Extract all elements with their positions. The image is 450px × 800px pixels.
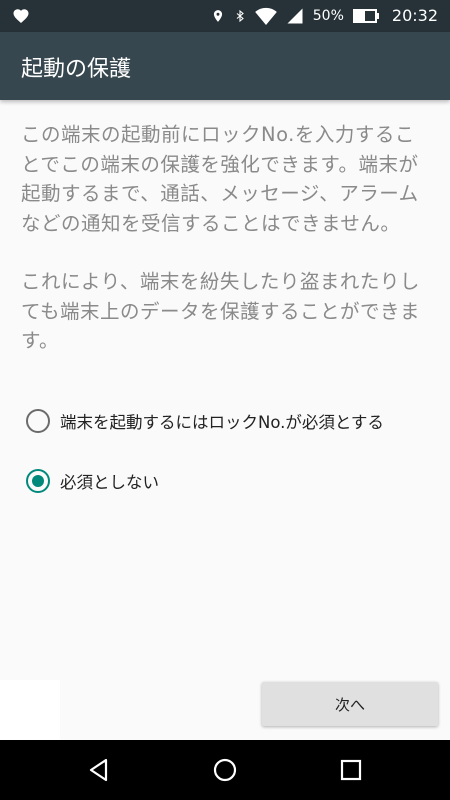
description: この端末の起動前にロックNo.を入力することでこの端末の保護を強化できます。端末… [21, 120, 431, 385]
next-button[interactable]: 次へ [262, 682, 438, 726]
option-require-lock[interactable]: 端末を起動するにはロックNo.が必須とする [26, 406, 426, 436]
description-paragraph-2: これにより、端末を紛失したり盗まれたりしても端末上のデータを保護することができま… [21, 270, 421, 352]
recents-icon[interactable] [338, 757, 364, 783]
signal-icon [287, 8, 303, 24]
app-toolbar: 起動の保護 [0, 32, 450, 100]
home-icon[interactable] [212, 757, 238, 783]
navigation-bar [0, 740, 450, 800]
option-not-required[interactable]: 必須としない [26, 466, 426, 496]
status-bar: 50% 20:32 [0, 0, 450, 32]
battery-percent: 50% [312, 8, 344, 24]
bottom-left-panel [0, 680, 60, 740]
back-icon[interactable] [86, 757, 112, 783]
page-title: 起動の保護 [21, 57, 132, 82]
screen: 50% 20:32 起動の保護 この端末の起動前にロックNo.を入力することでこ… [0, 0, 450, 800]
heart-icon [13, 9, 29, 24]
option-require-lock-label: 端末を起動するにはロックNo.が必須とする [60, 413, 384, 432]
location-icon [213, 10, 222, 22]
option-not-required-label: 必須としない [60, 473, 159, 492]
status-icons: 50% 20:32 [211, 0, 438, 32]
radio-unchecked-icon[interactable] [26, 409, 50, 433]
bluetooth-icon [236, 9, 244, 23]
description-paragraph-1: この端末の起動前にロックNo.を入力することでこの端末の保護を強化できます。端末… [21, 123, 419, 235]
battery-icon [352, 9, 379, 23]
status-time: 20:32 [391, 6, 438, 25]
radio-checked-icon[interactable] [26, 469, 50, 493]
wifi-icon [254, 7, 277, 25]
